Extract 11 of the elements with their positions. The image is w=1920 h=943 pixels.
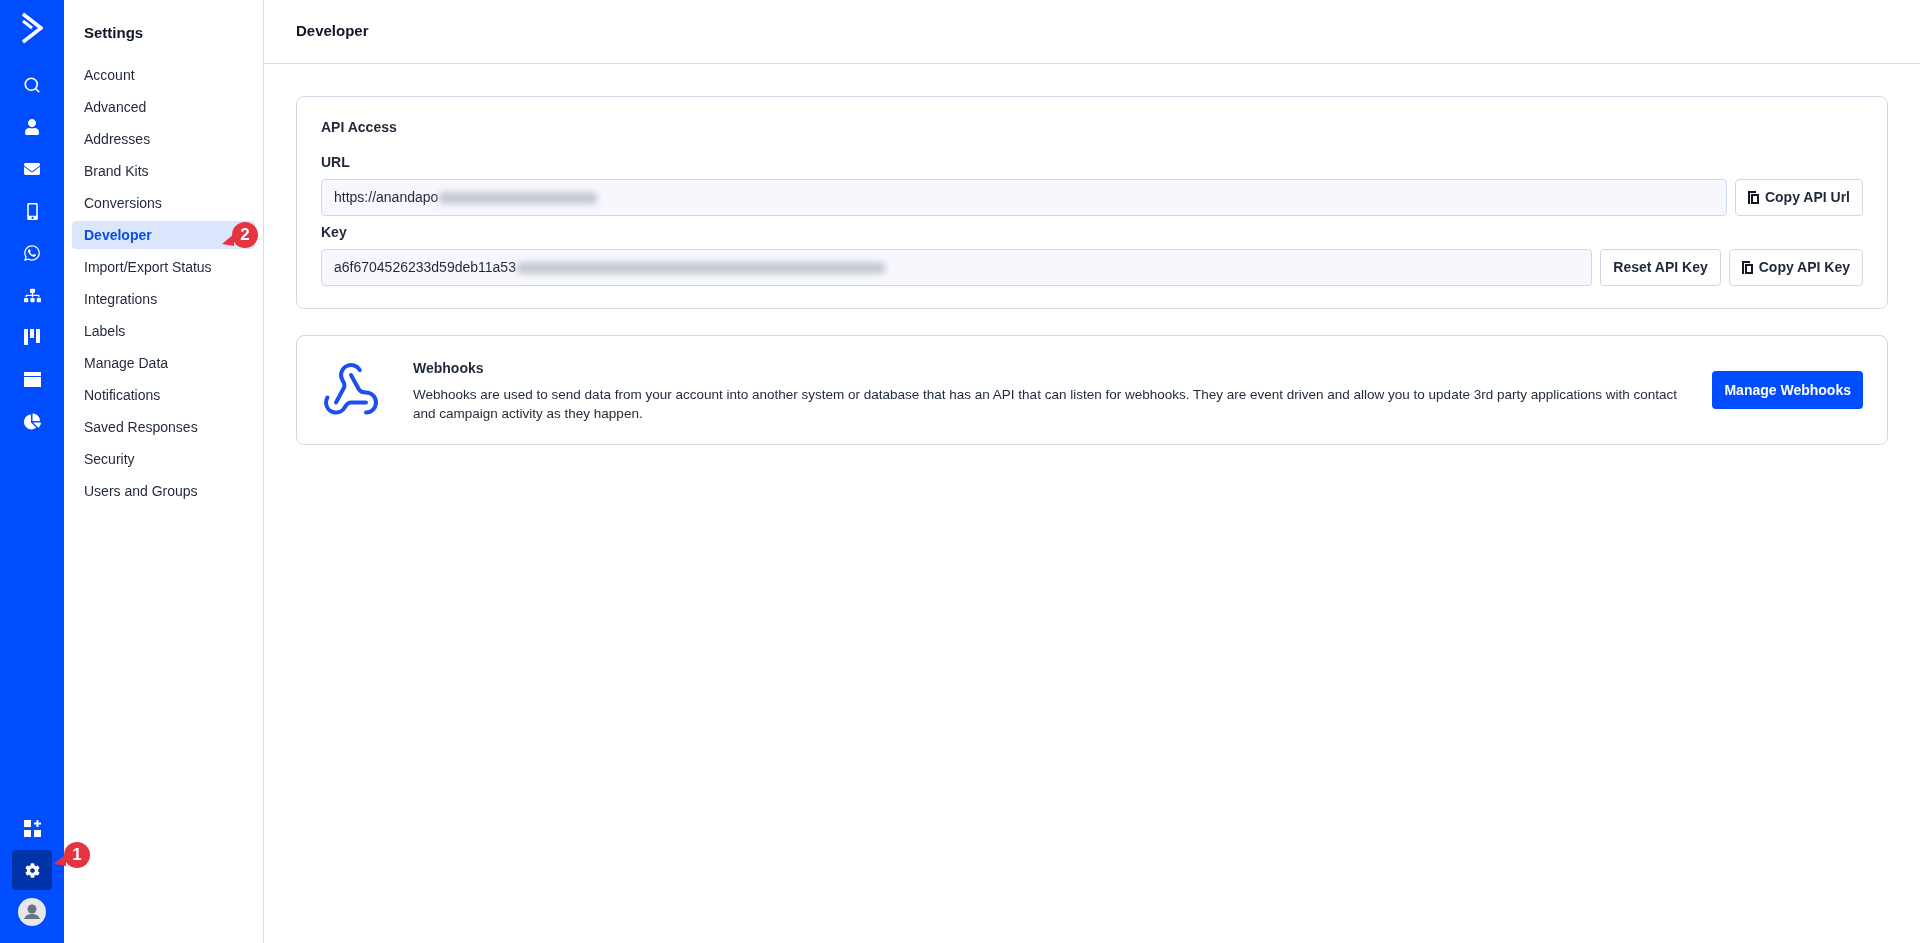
step-marker-tooltip: 2 — [222, 220, 258, 249]
page-title: Developer — [296, 21, 369, 42]
sidebar-title: Settings — [83, 23, 145, 43]
card-title: API Access — [321, 118, 398, 137]
field-value: https://anandapo — [334, 188, 439, 207]
field-value: a6f6704526233d59deb11a53 — [334, 258, 516, 277]
card-description: Webhooks are used to send data from your account into another system or database that has an API that can listen for webhooks. They are event driven and allow you to update 3rd party applications with contact and campaign activity as they happen. — [413, 385, 1678, 423]
field-label: URL — [321, 153, 351, 172]
card-title: Webhooks — [413, 358, 485, 378]
field-label: Key — [321, 223, 348, 242]
step-marker-tooltip: 1 — [54, 841, 90, 869]
